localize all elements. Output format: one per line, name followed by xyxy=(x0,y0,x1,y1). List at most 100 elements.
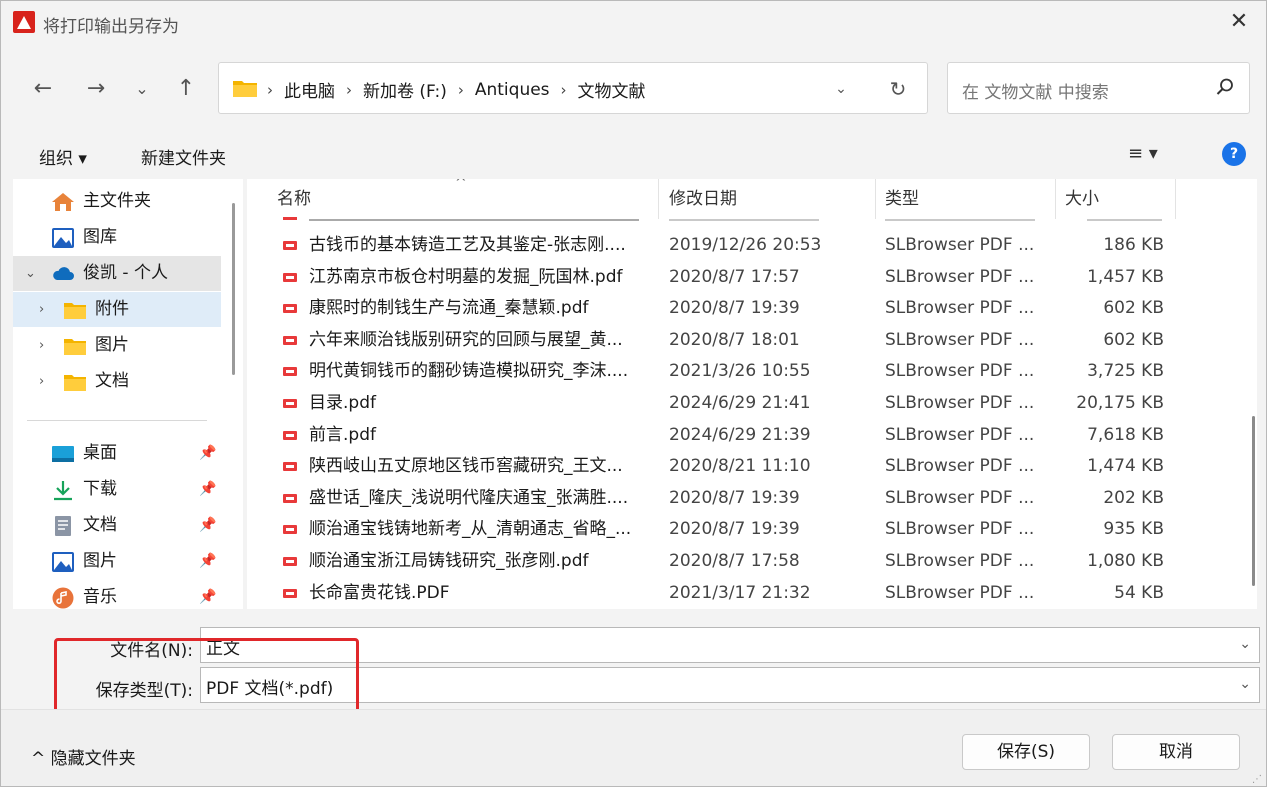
help-icon[interactable]: ? xyxy=(1222,142,1246,166)
search-icon[interactable] xyxy=(1215,77,1235,97)
resize-grip-icon[interactable]: ⋰ xyxy=(1252,774,1262,785)
file-name[interactable]: 康熙时的制钱生产与流通_秦慧颖.pdf xyxy=(309,293,655,324)
file-name[interactable]: 顺治通宝钱铸地新考_从_清朝通志_省略_... xyxy=(309,514,655,545)
file-type: SLBrowser PDF ... xyxy=(885,582,1035,603)
collapse-chevron-icon[interactable]: ⌄ xyxy=(25,256,36,291)
table-row[interactable]: 盛世话_隆庆_浅说明代隆庆通宝_张满胜.... 2020/8/7 19:39 SLB… xyxy=(247,483,1247,514)
sidebar-item-gallery[interactable]: 图库 xyxy=(13,220,221,255)
column-header-name[interactable]: 名称 xyxy=(277,179,311,219)
file-name[interactable]: 目录.pdf xyxy=(309,388,655,419)
save-button[interactable]: 保存(S) xyxy=(962,734,1090,770)
file-date: 2020/8/7 17:58 xyxy=(669,551,800,571)
file-name[interactable]: 六年来顺治钱版别研究的回顾与展望_黄... xyxy=(309,325,655,356)
column-divider[interactable] xyxy=(658,179,659,219)
back-arrow-icon[interactable]: ← xyxy=(28,74,58,104)
pin-icon[interactable]: 📌 xyxy=(199,580,216,609)
file-name[interactable]: 盛世话_隆庆_浅说明代隆庆通宝_张满胜.... xyxy=(309,483,655,514)
hide-folders-toggle[interactable]: ^ 隐藏文件夹 xyxy=(31,744,136,769)
up-arrow-icon[interactable]: ↑ xyxy=(171,74,201,104)
column-divider[interactable] xyxy=(1055,179,1056,219)
sidebar-item-downloads[interactable]: 下载 📌 xyxy=(13,472,221,507)
table-row[interactable]: 顺治通宝浙江局铸钱研究_张彦刚.pdf 2020/8/7 17:58 SLBrows… xyxy=(247,546,1247,577)
column-divider[interactable] xyxy=(875,179,876,219)
address-history-dropdown[interactable]: ⌄ xyxy=(829,77,853,101)
table-row[interactable]: 顺治通宝钱铸地新考_从_清朝通志_省略_... 2020/8/7 19:39 SLB… xyxy=(247,514,1247,545)
search-box[interactable]: 在 文物文献 中搜索 xyxy=(947,62,1250,114)
table-row[interactable]: 六年来顺治钱版别研究的回顾与展望_黄... 2020/8/7 18:01 SLBro… xyxy=(247,325,1247,356)
pdf-file-icon xyxy=(283,335,297,345)
breadcrumb-separator[interactable]: › xyxy=(561,81,567,99)
forward-arrow-icon[interactable]: → xyxy=(81,74,111,104)
file-name[interactable]: 长命富贵花钱.PDF xyxy=(309,578,655,609)
expand-chevron-icon[interactable]: › xyxy=(39,364,44,399)
sidebar-item-label: 主文件夹 xyxy=(83,191,151,211)
table-row[interactable]: 前言.pdf 2024/6/29 21:39 SLBrowser PDF ... 7,… xyxy=(247,420,1247,451)
cancel-button[interactable]: 取消 xyxy=(1112,734,1240,770)
table-row[interactable]: 古钱币的基本铸造工艺及其鉴定-张志刚.... 2019/12/26 20:53 SL… xyxy=(247,230,1247,261)
file-name[interactable]: 古钱币的基本铸造工艺及其鉴定-张志刚.... xyxy=(309,230,655,261)
file-size: 602 KB xyxy=(1103,329,1164,350)
file-date: 2020/8/21 11:10 xyxy=(669,456,811,477)
pdf-file-icon xyxy=(283,493,297,503)
expand-chevron-icon[interactable]: › xyxy=(39,328,44,363)
file-name[interactable]: 明代黄铜钱币的翻砂铸造模拟研究_李沫.... xyxy=(309,356,655,387)
file-name[interactable]: 前言.pdf xyxy=(309,420,655,451)
new-folder-button[interactable]: 新建文件夹 xyxy=(141,144,226,169)
pin-icon[interactable]: 📌 xyxy=(199,436,216,471)
file-size: 3,725 KB xyxy=(1087,361,1164,382)
sidebar-item-music[interactable]: 音乐 📌 xyxy=(13,580,221,609)
sidebar-item-pictures[interactable]: › 图片 xyxy=(13,328,221,363)
pdf-file-icon xyxy=(283,399,297,408)
file-type: SLBrowser PDF ... xyxy=(885,393,1035,413)
breadcrumb-separator[interactable]: › xyxy=(458,81,464,99)
chevron-down-icon[interactable]: ⌄ xyxy=(1239,636,1251,652)
sidebar-item-home[interactable]: 主文件夹 xyxy=(13,184,221,219)
table-row[interactable]: 明代黄铜钱币的翻砂铸造模拟研究_李沫.... 2021/3/26 10:55 SLB… xyxy=(247,356,1247,387)
sidebar-scrollbar[interactable] xyxy=(232,203,235,375)
address-bar[interactable]: › 此电脑 › 新加卷 (F:) › Antiques › 文物文献 ⌄ ↻ xyxy=(218,62,928,114)
filename-field[interactable]: 正文 ⌄ xyxy=(200,627,1260,663)
sidebar-item-onedrive[interactable]: ⌄ 俊凯 - 个人 xyxy=(13,256,221,291)
column-header-size[interactable]: 大小 xyxy=(1065,179,1099,219)
pin-icon[interactable]: 📌 xyxy=(199,508,216,543)
file-name[interactable]: 陕西岐山五丈原地区钱币窖藏研究_王文... xyxy=(309,451,655,482)
column-header-date[interactable]: 修改日期 xyxy=(669,179,737,219)
column-divider[interactable] xyxy=(1175,179,1176,219)
sidebar-item-documents[interactable]: › 文档 xyxy=(13,364,221,399)
close-button[interactable]: ✕ xyxy=(1226,9,1252,35)
table-row[interactable]: 长命富贵花钱.PDF 2021/3/17 21:32 SLBrowser PDF .… xyxy=(247,578,1247,609)
sidebar-item-pictures-pinned[interactable]: 图片 📌 xyxy=(13,544,221,579)
organize-menu[interactable]: 组织 ▾ xyxy=(39,144,87,169)
chevron-down-icon[interactable]: ⌄ xyxy=(1239,676,1251,692)
table-row[interactable]: 康熙时的制钱生产与流通_秦慧颖.pdf 2020/8/7 19:39 SLBrows… xyxy=(247,293,1247,324)
table-row[interactable]: 江苏南京市板仓村明墓的发掘_阮国林.pdf 2020/8/7 17:57 SLBro… xyxy=(247,262,1247,293)
pin-icon[interactable]: 📌 xyxy=(199,472,216,507)
breadcrumb-antiques[interactable]: Antiques xyxy=(475,80,550,100)
recent-locations-icon[interactable]: ⌄ xyxy=(127,74,157,104)
expand-chevron-icon[interactable]: › xyxy=(39,292,44,327)
filetype-select[interactable]: PDF 文档(*.pdf) ⌄ xyxy=(200,667,1260,703)
view-options-button[interactable]: ≡ ▾ xyxy=(1128,143,1158,164)
breadcrumb-drive[interactable]: 新加卷 (F:) xyxy=(363,77,447,102)
table-row[interactable]: 陕西岐山五丈原地区钱币窖藏研究_王文... 2020/8/21 11:10 SLBr… xyxy=(247,451,1247,482)
pin-icon[interactable]: 📌 xyxy=(199,544,216,579)
file-name[interactable]: 江苏南京市板仓村明墓的发掘_阮国林.pdf xyxy=(309,262,655,293)
breadcrumb-this-pc[interactable]: 此电脑 xyxy=(284,77,335,102)
refresh-icon[interactable]: ↻ xyxy=(884,75,912,103)
pictures-icon xyxy=(52,552,74,572)
table-row[interactable]: 目录.pdf 2024/6/29 21:41 SLBrowser PDF ... 20… xyxy=(247,388,1247,419)
sidebar-item-label: 图片 xyxy=(83,551,117,571)
column-header-type[interactable]: 类型 xyxy=(885,179,919,219)
sidebar-item-documents-pinned[interactable]: 文档 📌 xyxy=(13,508,221,543)
file-list-scrollbar[interactable] xyxy=(1252,416,1255,586)
pdf-file-icon xyxy=(283,525,297,535)
breadcrumb-current-folder[interactable]: 文物文献 xyxy=(578,77,646,102)
sort-ascending-icon: ^ xyxy=(455,179,467,191)
sidebar-item-desktop[interactable]: 桌面 📌 xyxy=(13,436,221,471)
search-input[interactable]: 在 文物文献 中搜索 xyxy=(962,78,1109,103)
file-type: SLBrowser PDF ... xyxy=(885,361,1035,382)
breadcrumb-separator[interactable]: › xyxy=(346,81,352,99)
sidebar-item-attachments[interactable]: › 附件 xyxy=(13,292,221,327)
breadcrumb: › 此电脑 › 新加卷 (F:) › Antiques › 文物文献 xyxy=(267,77,646,103)
file-name[interactable]: 顺治通宝浙江局铸钱研究_张彦刚.pdf xyxy=(309,546,655,577)
